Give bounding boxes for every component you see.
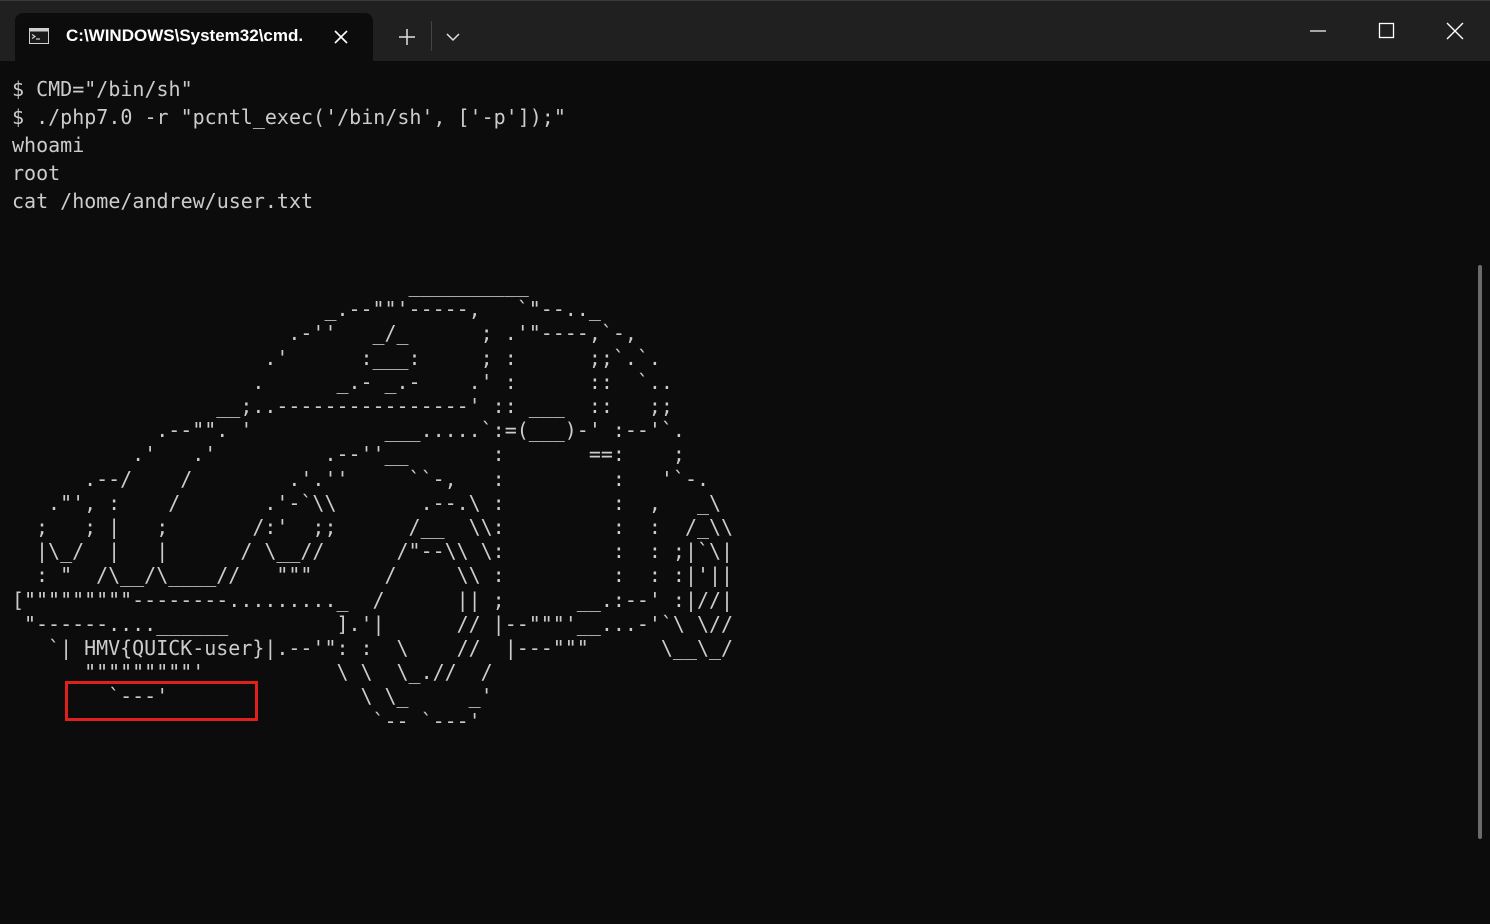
title-bar: C:\WINDOWS\System32\cmd. [0, 1, 1490, 61]
close-window-button[interactable] [1421, 1, 1489, 61]
vertical-scrollbar[interactable] [1478, 265, 1482, 839]
tab-title: C:\WINDOWS\System32\cmd. [66, 26, 304, 45]
tab-cmd[interactable]: C:\WINDOWS\System32\cmd. [15, 13, 373, 61]
minimize-button[interactable] [1284, 1, 1352, 61]
command-line: $ ./php7.0 -r "pcntl_exec('/bin/sh', ['-… [12, 105, 566, 129]
minimize-icon [1310, 30, 1326, 32]
new-tab-button[interactable] [393, 24, 421, 50]
close-icon [1446, 22, 1464, 40]
maximize-button[interactable] [1352, 1, 1420, 61]
output-line: whoami [12, 133, 85, 157]
cmd-terminal-icon [29, 28, 49, 44]
chevron-down-icon[interactable] [441, 25, 465, 49]
command-line: $ CMD="/bin/sh" [12, 77, 193, 101]
close-icon[interactable] [330, 26, 352, 48]
tab-separator [431, 21, 432, 51]
ascii-car-art: __________ _.--""'-----, `"--.._ .-'' _/… [12, 273, 734, 733]
output-line: cat /home/andrew/user.txt [12, 189, 314, 213]
output-line: root [12, 161, 61, 185]
terminal-window: C:\WINDOWS\System32\cmd. $ CMD="/bin/sh"… [0, 0, 1490, 924]
maximize-icon [1378, 22, 1395, 39]
flag-highlight-box [65, 681, 258, 721]
